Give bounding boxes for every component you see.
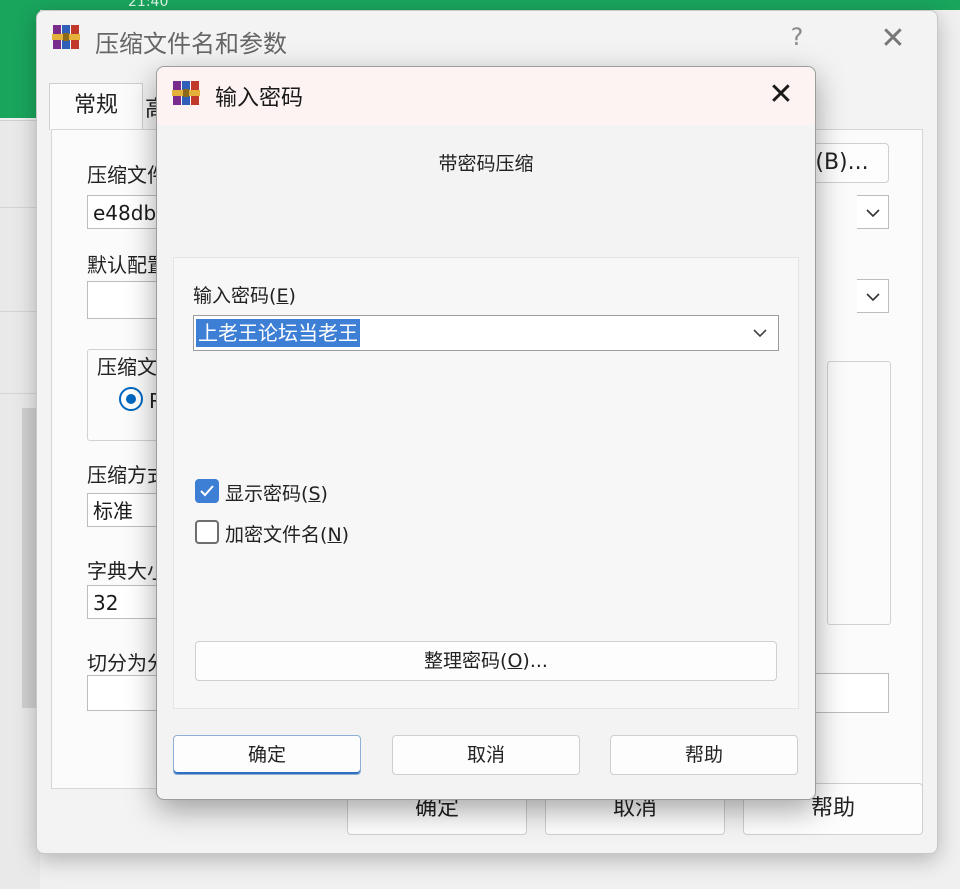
archive-dialog-close-icon[interactable]: ✕ — [875, 21, 911, 57]
password-ok-button[interactable]: 确定 — [173, 735, 361, 775]
winrar-icon — [172, 81, 200, 105]
encrypt-filenames-checkbox[interactable] — [195, 520, 219, 544]
password-dialog-header: 带密码压缩 — [438, 153, 534, 175]
profile-label: 默认配置 — [87, 253, 157, 277]
dictionary-size-select[interactable]: 32 — [87, 585, 157, 619]
show-password-checkbox[interactable] — [195, 479, 219, 503]
method-select[interactable]: 标准 — [87, 493, 157, 527]
split-volume-field[interactable] — [87, 675, 157, 711]
password-input-value[interactable]: 上老王论坛当老王 — [196, 319, 360, 347]
help-question-icon[interactable]: ? — [785, 23, 809, 51]
archive-name-dropdown[interactable] — [857, 195, 889, 229]
password-cancel-button[interactable]: 取消 — [392, 735, 580, 775]
format-radio[interactable] — [119, 387, 143, 411]
profile-dropdown[interactable] — [857, 279, 889, 313]
archive-format-group-label: 压缩文 — [97, 351, 159, 380]
organize-passwords-button[interactable]: 整理密码(O)... — [195, 641, 777, 681]
encrypt-filenames-label: 加密文件名(N) — [225, 524, 350, 546]
enter-password-dialog: 输入密码 ✕ 带密码压缩 输入密码(E) 上老王论坛当老王 显示密码(S) 加密… — [156, 66, 816, 800]
method-label: 压缩方式 — [87, 463, 157, 487]
show-password-label: 显示密码(S) — [225, 483, 328, 505]
archive-dialog-title-bar: 压缩文件名和参数 ? ✕ — [37, 11, 937, 67]
dictionary-size-label: 字典大小 — [87, 559, 157, 583]
password-dialog-title-bar: 输入密码 ✕ — [157, 67, 815, 125]
password-field-label: 输入密码(E) — [193, 285, 296, 307]
password-dialog-close-icon[interactable]: ✕ — [763, 77, 799, 113]
password-dialog-title: 输入密码 — [215, 86, 304, 111]
profile-field[interactable] — [87, 281, 157, 319]
winrar-icon — [52, 25, 80, 49]
tab-general[interactable]: 常规 — [49, 83, 143, 130]
options-group — [827, 361, 891, 625]
background-scrollbar — [22, 408, 36, 708]
archive-name-field[interactable]: e48db1 — [87, 195, 167, 229]
chevron-down-icon[interactable] — [746, 316, 774, 350]
split-volume-label: 切分为分 — [87, 651, 157, 675]
chevron-down-icon — [865, 287, 880, 306]
checkmark-icon — [200, 485, 214, 497]
password-combobox[interactable]: 上老王论坛当老王 — [193, 315, 779, 351]
split-volume-unit-field[interactable] — [813, 673, 889, 713]
chevron-down-icon — [865, 203, 880, 222]
background-app-sidebar — [0, 0, 40, 118]
password-help-button[interactable]: 帮助 — [610, 735, 798, 775]
background-clock: 21:40 — [128, 0, 169, 10]
archive-name-label: 压缩文件 — [87, 163, 157, 187]
archive-dialog-title: 压缩文件名和参数 — [95, 30, 287, 58]
